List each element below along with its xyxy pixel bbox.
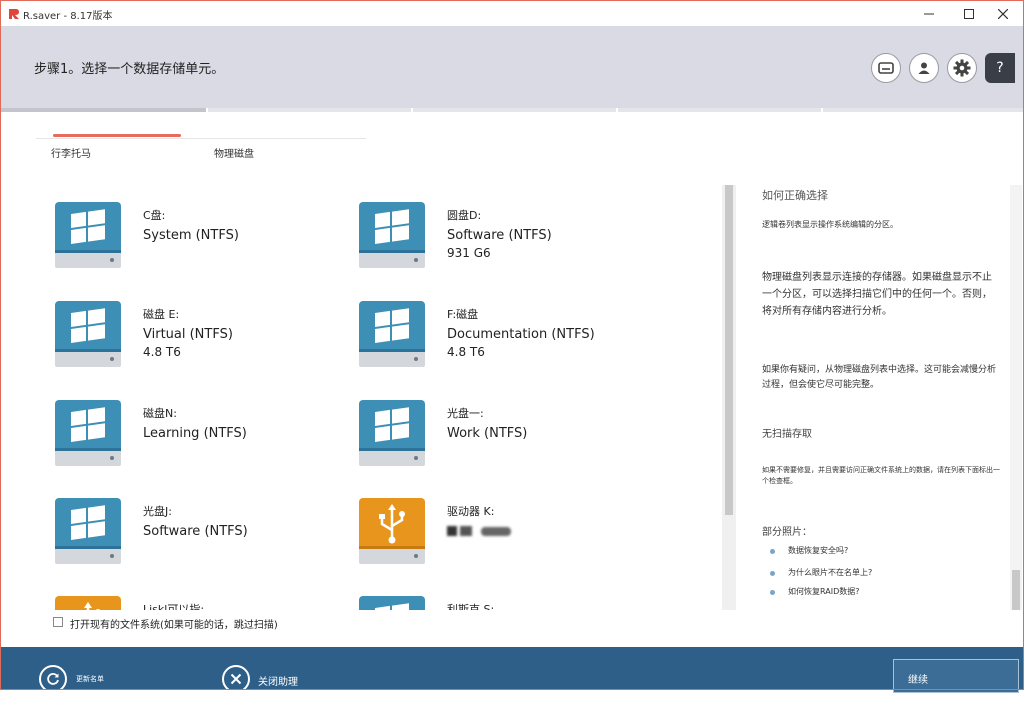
faq-bullet (770, 549, 775, 554)
account-button[interactable] (909, 53, 939, 83)
title-bar: R.saver - 8.17版本 (1, 1, 1023, 26)
drive-name: 光盘一: (447, 405, 484, 421)
drive-name: 磁盘N: (143, 405, 177, 421)
close-help-button[interactable] (222, 665, 250, 693)
footer: 更新名单 关闭助理 继续 (1, 647, 1023, 689)
drive-filesystem: Software (NTFS) (447, 228, 552, 243)
faq-title: 部分照片： (762, 523, 1000, 538)
drive-icon (878, 61, 894, 75)
scrollbar-thumb[interactable] (725, 185, 733, 515)
window-title: R.saver - 8.17版本 (23, 7, 113, 22)
help-panel-scrollbar[interactable] (1010, 185, 1022, 610)
user-icon (917, 61, 931, 75)
windows-drive-icon (357, 398, 427, 468)
header: 步骤1。选择一个数据存储单元。 (1, 26, 1023, 108)
drive-name: Liskl可以指: (143, 601, 204, 610)
usb-drive-icon (357, 496, 427, 566)
close-help-label[interactable]: 关闭助理 (258, 673, 298, 688)
help-heading: 如何正确选择 (762, 187, 1000, 203)
help-paragraph-logical: 逻辑卷列表显示操作系统编辑的分区。 (762, 219, 1000, 231)
question-mark-icon: ? (996, 60, 1003, 76)
help-paragraph-physical: 物理磁盘列表显示连接的存储器。如果磁盘显示不止一个分区，可以选择扫描它们中的任何… (762, 269, 1000, 320)
windows-drive-icon (53, 496, 123, 566)
continue-button[interactable]: 继续 (893, 659, 1019, 693)
drive-item-optical-1[interactable]: 光盘一: Work (NTFS) (305, 383, 635, 473)
refresh-icon (46, 672, 60, 686)
tabs-divider (36, 138, 366, 139)
faq-link[interactable]: 如何恢复RAID数据? (788, 586, 1008, 597)
redacted-text-mark (447, 524, 515, 538)
close-window-button[interactable] (983, 1, 1023, 26)
help-paragraph-doubt: 如果你有疑问，从物理磁盘列表中选择。这可能会减慢分析过程，但会使它尽可能完整。 (762, 363, 1000, 393)
drive-filesystem: Virtual (NTFS) (143, 327, 233, 342)
drive-size: 4.8 T6 (143, 345, 181, 359)
close-icon (230, 673, 242, 685)
help-button[interactable]: ? (985, 53, 1015, 83)
drive-item-f[interactable]: F:磁盘 Documentation (NTFS) 4.8 T6 (305, 284, 635, 374)
drive-item-n[interactable]: 磁盘N: Learning (NTFS) (1, 383, 331, 473)
minimize-icon (924, 9, 934, 19)
checkbox-label: 打开现有的文件系统(如果可能的话，跳过扫描) (70, 616, 278, 631)
drive-filesystem: System (NTFS) (143, 228, 239, 243)
tab-physical-disks[interactable]: 物理磁盘 (214, 145, 254, 160)
faq-link[interactable]: 数据恢复安全吗? (788, 545, 1008, 556)
no-scan-title: 无扫描存取 (762, 425, 1000, 440)
drive-filesystem: Software (NTFS) (143, 524, 248, 539)
windows-drive-icon (53, 200, 123, 270)
drive-item-j[interactable]: 光盘J: Software (NTFS) (1, 481, 331, 571)
drive-item-c[interactable]: C盘: System (NTFS) (1, 185, 331, 275)
drive-size: 4.8 T6 (447, 345, 485, 359)
app-logo-icon (7, 7, 21, 21)
scrollbar-thumb[interactable] (1012, 570, 1020, 610)
drive-item-e[interactable]: 磁盘 E: Virtual (NTFS) 4.8 T6 (1, 284, 331, 374)
drive-name: 圆盘D: (447, 207, 481, 223)
close-icon (998, 9, 1008, 19)
windows-drive-icon (53, 398, 123, 468)
drive-filesystem: Work (NTFS) (447, 426, 527, 441)
faq-bullet (770, 571, 775, 576)
drive-size: 931 G6 (447, 246, 491, 260)
gear-icon (953, 59, 971, 77)
no-scan-text: 如果不需要修复，并且需要访问正确文件系统上的数据，请在列表下面标出一个检查框。 (762, 465, 1000, 487)
windows-drive-icon (357, 594, 427, 610)
windows-drive-icon (357, 299, 427, 369)
drive-name: 利斯克 S: (447, 601, 494, 610)
drive-list-scrollbar[interactable] (722, 185, 736, 610)
drive-item-k[interactable]: 驱动器 K: (305, 481, 635, 571)
drive-list: C盘: System (NTFS) 圆盘D: Software (NTFS) 9… (1, 185, 721, 610)
disk-image-button[interactable] (871, 53, 901, 83)
drive-filesystem: Documentation (NTFS) (447, 327, 595, 342)
step-progress (1, 108, 1023, 112)
refresh-list-label[interactable]: 更新名单 (76, 674, 104, 684)
open-existing-fs-checkbox[interactable] (53, 617, 63, 627)
settings-button[interactable] (947, 53, 977, 83)
active-tab-indicator (53, 134, 181, 137)
maximize-icon (964, 9, 974, 19)
tab-logical-volumes[interactable]: 行李托马 (51, 145, 91, 160)
faq-bullet (770, 590, 775, 595)
drive-name: 磁盘 E: (143, 306, 179, 322)
drive-name: 光盘J: (143, 503, 172, 519)
windows-drive-icon (357, 200, 427, 270)
drive-item-d[interactable]: 圆盘D: Software (NTFS) 931 G6 (305, 185, 635, 275)
drive-filesystem-redacted (447, 524, 515, 542)
usb-drive-icon (53, 594, 123, 610)
help-panel: 如何正确选择 逻辑卷列表显示操作系统编辑的分区。 物理磁盘列表显示连接的存储器。… (746, 185, 1008, 610)
faq-link[interactable]: 为什么眼片不在名单上? (788, 567, 1008, 578)
refresh-list-button[interactable] (39, 665, 67, 693)
drive-name: F:磁盘 (447, 306, 478, 322)
minimize-button[interactable] (909, 1, 949, 26)
page-title: 步骤1。选择一个数据存储单元。 (34, 58, 224, 77)
drive-item-s[interactable]: 利斯克 S: (305, 579, 635, 610)
drive-name: C盘: (143, 207, 165, 223)
windows-drive-icon (53, 299, 123, 369)
drive-item-usb-2[interactable]: Liskl可以指: (1, 579, 331, 610)
drive-name: 驱动器 K: (447, 503, 494, 519)
drive-filesystem: Learning (NTFS) (143, 426, 247, 441)
